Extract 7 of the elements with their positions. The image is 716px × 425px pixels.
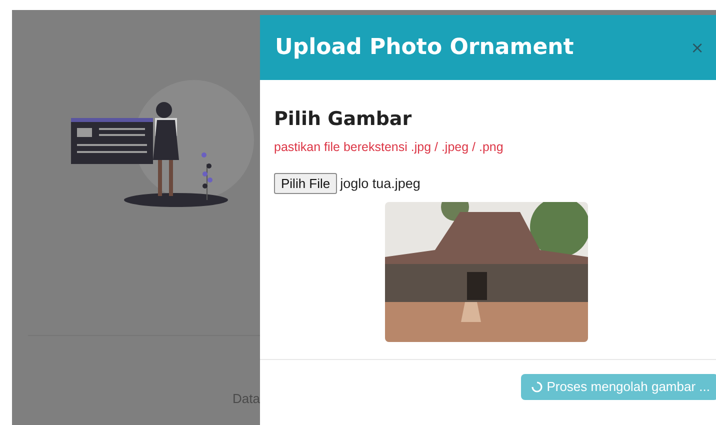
dialog-title: Upload Photo Ornament: [275, 35, 574, 60]
spinner-icon: [530, 380, 543, 392]
section-heading: Pilih Gambar: [274, 108, 412, 130]
close-button[interactable]: ×: [680, 38, 714, 57]
file-name: joglo tua.jpeg: [340, 176, 420, 191]
choose-file-button[interactable]: Pilih File: [274, 173, 338, 194]
file-type-hint: pastikan file berekstensi .jpg / .jpeg / .png: [274, 140, 504, 154]
